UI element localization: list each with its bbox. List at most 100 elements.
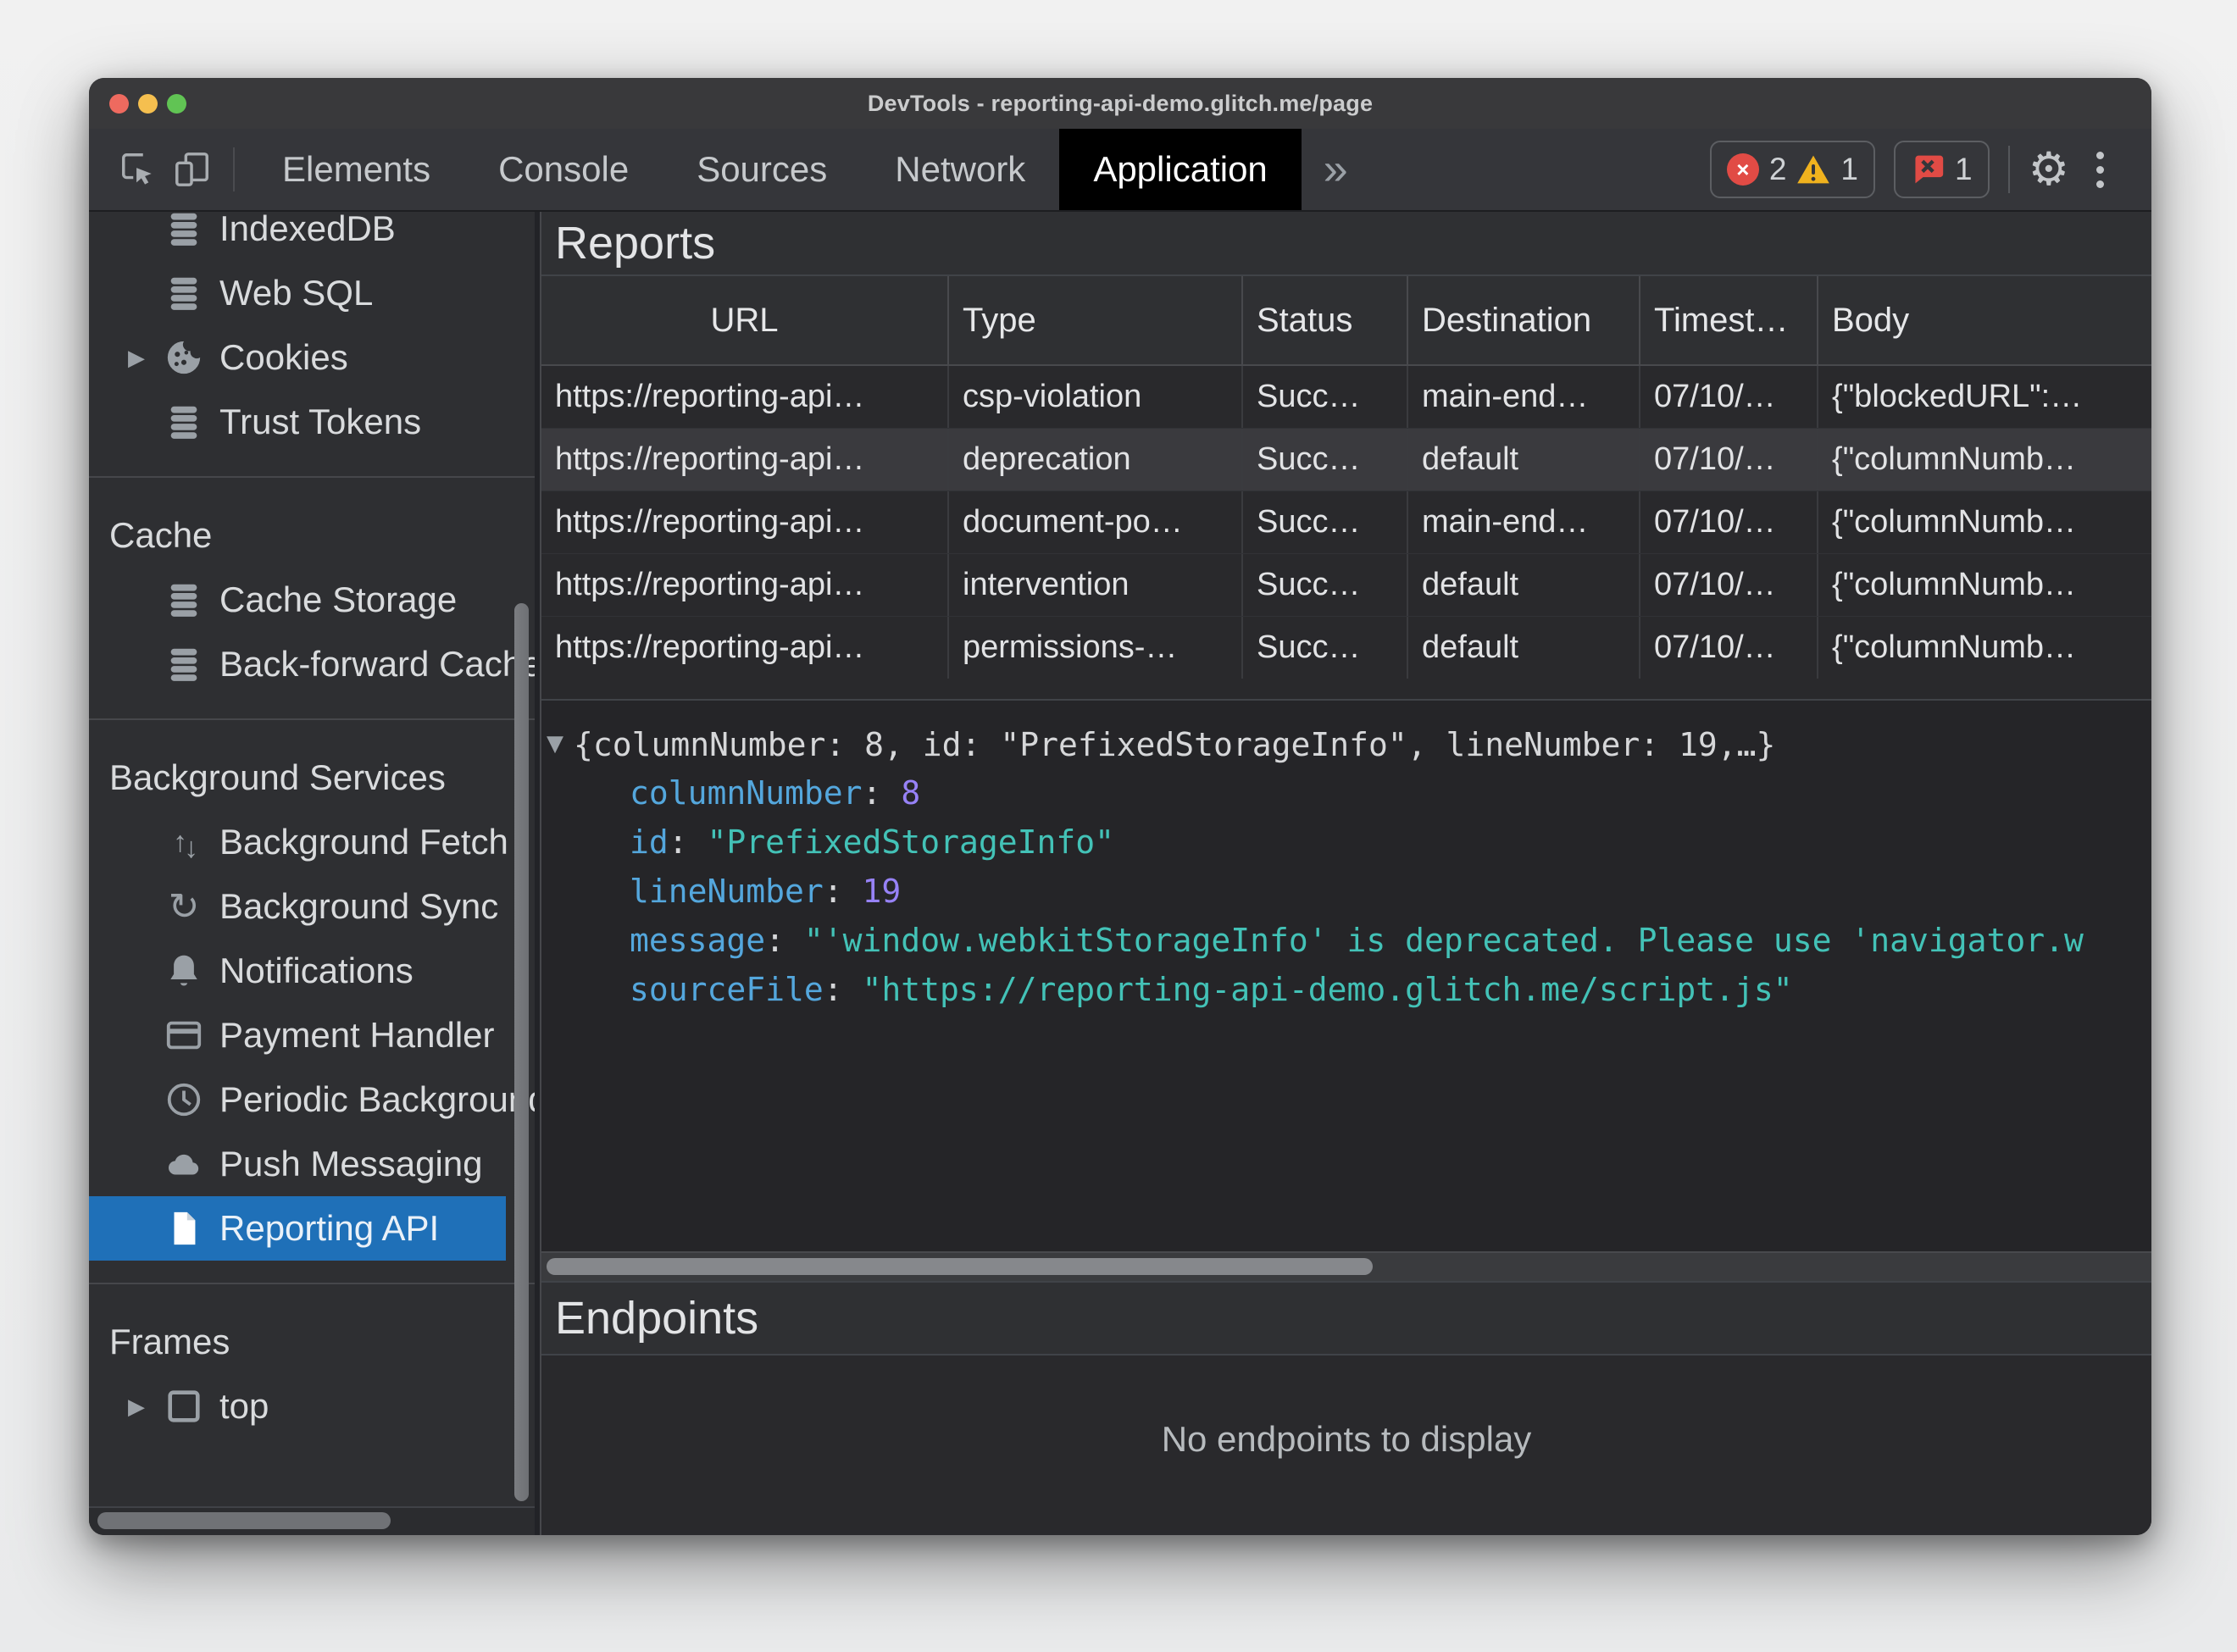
sidebar-item-top-frame[interactable]: ▶ top: [89, 1374, 535, 1439]
table-row-intervention[interactable]: https://reporting-api… intervention Succ…: [541, 553, 2151, 616]
database-icon: [164, 212, 204, 249]
object-preview-row[interactable]: ▼ {columnNumber: 8, id: "PrefixedStorageI…: [541, 719, 2151, 768]
cell-status: Succ…: [1243, 554, 1408, 616]
main-horizontal-scrollbar[interactable]: [547, 1258, 1373, 1275]
sidebar-item-cookies[interactable]: ▶ Cookies: [89, 325, 535, 390]
sidebar-horizontal-scrollbar[interactable]: [97, 1512, 391, 1529]
cell-timestamp: 07/10/…: [1640, 429, 1818, 491]
table-row-permissions-policy[interactable]: https://reporting-api… permissions-… Suc…: [541, 616, 2151, 679]
property-value: "https://reporting-api-demo.glitch.me/sc…: [862, 971, 1793, 1008]
tab-sources[interactable]: Sources: [663, 129, 861, 210]
cell-timestamp: 07/10/…: [1640, 491, 1818, 553]
column-header-timestamp[interactable]: Timest…: [1640, 276, 1818, 364]
toolbar-right-cluster: × 2 1 1 ⚙: [1709, 129, 2151, 210]
column-header-body[interactable]: Body: [1818, 276, 2151, 364]
tab-elements[interactable]: Elements: [248, 129, 464, 210]
property-row[interactable]: lineNumber: 19: [541, 867, 2151, 916]
sidebar-item-cache-storage[interactable]: Cache Storage: [89, 568, 535, 632]
more-tabs-button[interactable]: »: [1302, 129, 1370, 210]
sidebar-horizontal-scrollbar-track: [89, 1506, 535, 1535]
table-row-csp-violation[interactable]: https://reporting-api… csp-violation Suc…: [541, 366, 2151, 428]
minimize-window-button[interactable]: [138, 93, 158, 114]
devtools-window: DevTools - reporting-api-demo.glitch.me/…: [89, 78, 2151, 1535]
settings-button[interactable]: ⚙: [2029, 147, 2069, 192]
sidebar-item-label: Trust Tokens: [219, 402, 422, 441]
gear-icon: ⚙: [2028, 144, 2069, 195]
sidebar-scroll-area: IndexedDB Web SQL ▶ Cookies Trust Tokens…: [89, 212, 535, 1506]
sidebar-item-payment-handler[interactable]: Payment Handler: [89, 1003, 535, 1067]
property-row[interactable]: message: "'window.webkitStorageInfo' is …: [541, 916, 2151, 965]
inspect-icon: [122, 153, 152, 185]
sidebar-item-periodic-background-sync[interactable]: Periodic Background Sync: [89, 1067, 535, 1132]
reports-section-header: Reports: [541, 212, 2151, 276]
cell-body: {"columnNumb…: [1832, 629, 2077, 665]
customize-menu-button[interactable]: [2088, 151, 2112, 188]
property-key: columnNumber: [630, 774, 863, 812]
table-row-document-policy[interactable]: https://reporting-api… document-po… Succ…: [541, 491, 2151, 553]
tab-network[interactable]: Network: [861, 129, 1059, 210]
column-header-type[interactable]: Type: [949, 276, 1243, 364]
tab-console[interactable]: Console: [464, 129, 663, 210]
cell-status: Succ…: [1243, 429, 1408, 491]
sidebar-item-trust-tokens[interactable]: Trust Tokens: [89, 390, 535, 454]
sidebar-item-notifications[interactable]: Notifications: [89, 939, 535, 1003]
sidebar-item-push-messaging[interactable]: Push Messaging: [89, 1132, 535, 1196]
kebab-icon: [2096, 151, 2104, 159]
table-row-deprecation[interactable]: https://reporting-api… deprecation Succ……: [541, 428, 2151, 491]
cell-body: {"columnNumb…: [1832, 504, 2077, 540]
warning-count: 1: [1840, 152, 1858, 186]
cell-type: csp-violation: [949, 366, 1243, 428]
property-value: "PrefixedStorageInfo": [707, 823, 1114, 861]
cell-url: https://reporting-api…: [541, 429, 949, 491]
endpoints-empty-area: No endpoints to display: [541, 1355, 2151, 1535]
sync-arrows-icon: ↻: [168, 885, 200, 928]
tab-application[interactable]: Application: [1059, 129, 1302, 210]
issues-badge[interactable]: 1: [1894, 141, 1990, 198]
sidebar-item-reporting-api[interactable]: Reporting API: [89, 1196, 535, 1261]
sidebar-item-indexeddb[interactable]: IndexedDB: [89, 212, 535, 261]
up-down-arrows-icon: ↑↓: [173, 825, 198, 864]
endpoints-section-header: Endpoints: [541, 1281, 2151, 1355]
sidebar-item-label: Notifications: [219, 951, 414, 990]
sidebar-item-label: Periodic Background Sync: [219, 1079, 535, 1119]
cookie-icon: [164, 337, 204, 378]
disclosure-triangle-icon[interactable]: ▶: [128, 345, 164, 371]
device-toolbar-button[interactable]: [165, 129, 219, 210]
cell-url: https://reporting-api…: [541, 366, 949, 428]
property-row[interactable]: sourceFile: "https://reporting-api-demo.…: [541, 965, 2151, 1014]
disclosure-triangle-icon[interactable]: ▶: [128, 1394, 164, 1420]
sidebar-item-label: Back-forward Cache: [219, 644, 535, 684]
property-value: "'window.webkitStorageInfo' is deprecate…: [803, 922, 2084, 959]
column-header-status[interactable]: Status: [1243, 276, 1408, 364]
cell-url: https://reporting-api…: [541, 491, 949, 553]
sidebar-item-label: Payment Handler: [219, 1015, 495, 1055]
fullscreen-window-button[interactable]: [167, 93, 186, 114]
cell-destination: default: [1408, 617, 1640, 679]
issues-count: 1: [1955, 152, 1973, 186]
chevron-double-right-icon: »: [1323, 145, 1348, 194]
inspect-element-button[interactable]: [111, 129, 165, 210]
sidebar-section-frames: Frames: [109, 1322, 230, 1361]
property-row[interactable]: columnNumber: 8: [541, 768, 2151, 818]
sidebar-vertical-scrollbar[interactable]: [514, 603, 529, 1501]
sidebar-item-label: Cache Storage: [219, 579, 458, 619]
column-header-destination[interactable]: Destination: [1408, 276, 1640, 364]
column-header-url[interactable]: URL: [541, 276, 949, 364]
sidebar-item-background-fetch[interactable]: ↑↓ Background Fetch: [89, 810, 535, 874]
console-summary-badge[interactable]: × 2 1: [1709, 141, 1875, 198]
expand-triangle-icon[interactable]: ▼: [547, 719, 563, 768]
bell-icon: [164, 951, 204, 991]
sidebar-section-divider: [89, 476, 535, 478]
property-row[interactable]: id: "PrefixedStorageInfo": [541, 818, 2151, 867]
property-value: 19: [862, 873, 902, 910]
sidebar-item-back-forward-cache[interactable]: Back-forward Cache: [89, 632, 535, 696]
cell-status: Succ…: [1243, 491, 1408, 553]
sidebar-item-web-sql[interactable]: Web SQL: [89, 261, 535, 325]
table-bottom-gap: [541, 679, 2151, 699]
reporting-api-panel: Reports URL Type Status Destination Time…: [540, 212, 2151, 1535]
property-key: id: [630, 823, 669, 861]
sidebar-item-background-sync[interactable]: ↻ Background Sync: [89, 874, 535, 939]
close-window-button[interactable]: [109, 93, 129, 114]
traffic-lights: [109, 78, 186, 129]
cell-timestamp: 07/10/…: [1640, 366, 1818, 428]
